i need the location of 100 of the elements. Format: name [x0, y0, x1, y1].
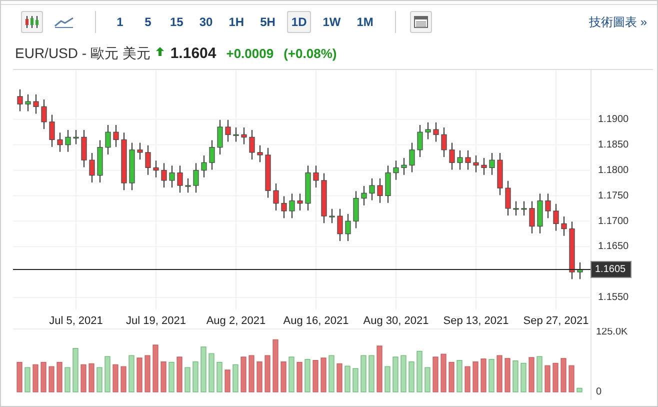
volume-bar	[464, 366, 470, 392]
volume-bar	[104, 356, 110, 392]
volume-bar	[128, 355, 134, 392]
candlestick	[33, 94, 39, 114]
candlestick	[425, 122, 431, 140]
volume-bar	[216, 362, 222, 392]
candlestick	[393, 160, 399, 180]
axis-label: Aug 2, 2021	[206, 315, 266, 327]
volume-bar	[72, 348, 78, 392]
line-chart-icon	[54, 16, 74, 28]
interval-button[interactable]: 1D	[287, 11, 311, 33]
candlestick	[561, 216, 567, 236]
volume-bar	[296, 362, 302, 392]
candlestick	[577, 262, 583, 280]
axis-label: Sep 27, 2021	[523, 315, 589, 327]
candlestick	[473, 155, 479, 173]
candlestick	[481, 158, 487, 176]
axis-label: 1.1650	[598, 241, 629, 252]
volume-bar	[448, 362, 454, 392]
volume-bar	[168, 362, 174, 392]
volume-bar	[32, 364, 38, 392]
axis-label: Aug 16, 2021	[283, 315, 349, 327]
candlestick	[289, 193, 295, 219]
volume-bar	[264, 355, 270, 392]
candlestick	[513, 200, 519, 216]
candlestick	[65, 130, 71, 152]
candlestick	[329, 208, 335, 224]
candlestick	[505, 180, 511, 216]
volume-bar	[144, 355, 150, 392]
interval-button[interactable]: 5	[138, 11, 158, 33]
candlestick	[257, 144, 263, 163]
candlestick	[369, 178, 375, 201]
candlestick	[153, 160, 159, 178]
volume-bar	[80, 364, 86, 392]
axis-label: 1.1750	[598, 190, 629, 202]
candlestick	[441, 127, 447, 158]
volume-bar	[360, 355, 366, 392]
candlestick	[17, 88, 23, 112]
interval-button[interactable]: 15	[166, 11, 188, 33]
candlestick	[385, 165, 391, 204]
volume-bar	[456, 360, 462, 392]
candlestick	[41, 99, 47, 130]
volume-bar	[344, 366, 350, 392]
volume-bar	[184, 367, 190, 392]
volume-bar	[112, 364, 118, 392]
interval-button[interactable]: 1H	[224, 11, 248, 33]
volume-bar	[152, 344, 158, 392]
axis-label: 1.1850	[598, 139, 629, 150]
candlestick	[225, 119, 231, 142]
volume-bar	[304, 359, 310, 392]
ref-line-label: 1.1605	[595, 264, 626, 276]
candlestick	[353, 190, 359, 229]
candlestick	[265, 147, 271, 198]
axis-label: 1.1900	[598, 114, 629, 125]
candlestick	[169, 165, 175, 188]
candlestick	[89, 152, 95, 183]
candlestick	[73, 130, 79, 145]
axis-label: 1.1550	[598, 292, 629, 304]
axis-label: 0	[596, 386, 602, 398]
volume-bar	[408, 361, 414, 392]
symbol-title: EUR/USD - 歐元 美元	[15, 45, 150, 63]
candlestick	[241, 127, 247, 145]
volume-bar	[504, 358, 510, 392]
interval-button[interactable]: 30	[195, 11, 217, 33]
volume-bar	[96, 367, 102, 392]
candlestick	[217, 119, 223, 155]
candlestick	[233, 127, 239, 142]
volume-bar	[552, 362, 558, 392]
volume-bar	[224, 370, 230, 392]
candlestick	[281, 196, 287, 219]
interval-button[interactable]: 5H	[256, 11, 280, 33]
volume-bar	[136, 358, 142, 392]
volume-bar	[536, 356, 542, 392]
volume-bar	[560, 358, 566, 392]
volume-bar	[400, 355, 406, 392]
candlestick	[81, 130, 87, 168]
candlestick	[337, 208, 343, 242]
volume-bar	[120, 366, 126, 392]
technical-chart-link[interactable]: 技術圖表 »	[588, 14, 647, 30]
table-icon	[414, 16, 428, 28]
axis-label: Jul 19, 2021	[126, 315, 186, 327]
candlestick	[25, 94, 31, 112]
interval-button[interactable]: 1W	[318, 11, 345, 33]
interval-button[interactable]: 1	[110, 11, 130, 33]
volume-bar	[568, 365, 574, 392]
volume-bar	[64, 367, 70, 392]
volume-bar	[496, 355, 502, 392]
axis-label: Jul 5, 2021	[49, 315, 103, 327]
volume-bar	[272, 339, 278, 392]
volume-bar	[368, 355, 374, 392]
chart-type-button[interactable]	[21, 11, 43, 33]
candlestick	[401, 158, 407, 176]
table-view-button[interactable]	[410, 11, 432, 33]
candlestick	[465, 150, 471, 170]
volume-bar	[416, 350, 422, 392]
volume-bar	[512, 360, 518, 392]
candlestick	[457, 150, 463, 170]
candlestick	[409, 142, 415, 173]
price-label: 1.1605	[590, 260, 632, 278]
interval-button[interactable]: 1M	[352, 11, 378, 33]
